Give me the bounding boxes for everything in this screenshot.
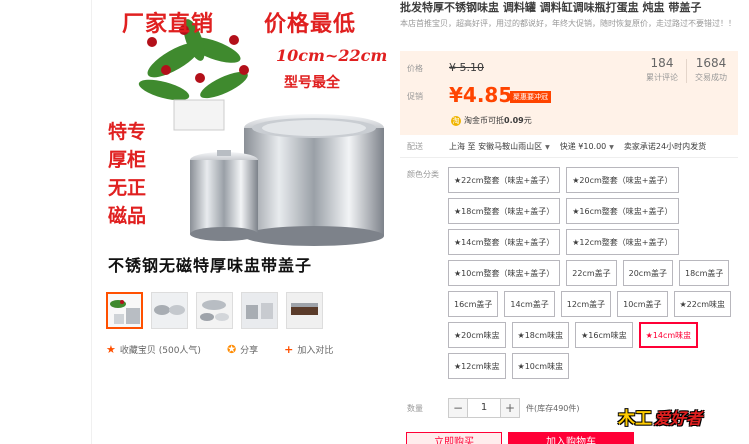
overlay-side-line: 特专 <box>108 121 147 143</box>
color-option[interactable]: ★12cm整套（味盅+盖子） <box>566 229 679 255</box>
product-actions: ★ 收藏宝贝 (500人气) ✪ 分享 + 加入对比 <box>106 343 359 356</box>
left-gutter <box>0 0 92 444</box>
thumbnail-1[interactable] <box>106 292 143 329</box>
favorite-button[interactable]: ★ 收藏宝贝 (500人气) <box>106 343 201 356</box>
buy-now-button[interactable]: 立即购买 <box>406 432 502 444</box>
color-option[interactable]: ★20cm味盅 <box>448 322 506 348</box>
thumbnail-5[interactable] <box>286 292 323 329</box>
quantity-decrease-button[interactable]: − <box>448 398 468 418</box>
color-option[interactable]: ★12cm味盅 <box>448 353 506 379</box>
coin-icon: 淘 <box>451 115 461 126</box>
shipping-destination-select[interactable]: 上海 至 安徽马鞍山雨山区 ▼ <box>449 141 550 152</box>
color-option[interactable]: 10cm盖子 <box>617 291 668 317</box>
promo-price: ¥4.85 <box>449 83 513 107</box>
overlay-side-line: 磁品 <box>108 205 147 227</box>
original-price: ¥ 5.10 <box>449 61 484 74</box>
color-option[interactable]: 18cm盖子 <box>679 260 730 286</box>
reviews-count: 184 <box>650 56 674 70</box>
watermark-part-b: 爱好者 <box>654 408 703 428</box>
shipping-label: 配送 <box>407 142 423 151</box>
coin-suffix: 元 <box>523 116 532 125</box>
shipping-route: 上海 至 安徽马鞍山雨山区 <box>449 142 543 151</box>
promo-badge: 聚惠要冲冠 <box>510 91 551 103</box>
star-icon: ★ <box>106 343 116 356</box>
color-option[interactable]: ★22cm味盅 <box>673 291 732 317</box>
compare-label: 加入对比 <box>297 346 334 356</box>
color-option[interactable]: 20cm盖子 <box>622 260 673 286</box>
coin-prefix: 淘金币可抵 <box>464 116 504 125</box>
plus-icon: + <box>284 343 294 356</box>
stat-divider <box>686 59 687 83</box>
taobao-coin-row: 淘 淘金币可抵 0.09 元 <box>451 115 532 126</box>
overlay-side-line: 无正 <box>108 177 147 199</box>
share-button[interactable]: ✪ 分享 <box>227 343 258 356</box>
color-option[interactable]: ★10cm味盅 <box>511 353 570 379</box>
thumbnail-3[interactable] <box>196 292 233 329</box>
stock-text: 件(库存490件) <box>526 403 580 413</box>
reviews-stat[interactable]: 184 累计评论 <box>646 56 678 83</box>
color-option[interactable]: 16cm盖子 <box>448 291 499 317</box>
color-option[interactable]: ★16cm整套（味盅+盖子） <box>566 198 679 224</box>
share-label: 分享 <box>240 346 259 356</box>
shipping-row: 配送 上海 至 安徽马鞍山雨山区 ▼ 快递 ¥10.00 ▼ 卖家承诺24小时内发货 <box>407 141 716 152</box>
overlay-size-range: 10cm~22cm <box>276 46 388 65</box>
shipping-promise: 卖家承诺24小时内发货 <box>623 142 707 151</box>
overlay-models: 型号最全 <box>284 75 340 91</box>
quantity-label: 数量 <box>407 404 423 413</box>
product-title: 批发特厚不锈钢味盅 调料罐 调料缸调味瓶打蛋盅 炖盅 带盖子 <box>400 1 702 14</box>
chevron-down-icon: ▼ <box>545 144 550 151</box>
quantity-increase-button[interactable]: + <box>500 398 520 418</box>
color-option[interactable]: ★14cm味盅 <box>638 322 699 348</box>
color-option[interactable]: ★22cm整套（味盅+盖子） <box>448 167 561 193</box>
shipping-fee-select[interactable]: 快递 ¥10.00 ▼ <box>560 141 614 152</box>
sold-stat: 1684 交易成功 <box>695 56 727 83</box>
watermark-logo: 木工 爱好者 <box>618 404 703 430</box>
promo-price-label: 促销 <box>407 92 423 101</box>
overlay-bottom-caption: 不锈钢无磁特厚味盅带盖子 <box>108 256 313 275</box>
color-option[interactable]: ★18cm味盅 <box>511 322 570 348</box>
color-option[interactable]: 14cm盖子 <box>504 291 555 317</box>
favorite-label: 收藏宝贝 (500人气) <box>119 346 201 356</box>
overlay-lowest-price: 价格最低 <box>264 11 357 37</box>
thumbnail-strip <box>106 292 323 329</box>
quantity-input[interactable]: 1 <box>468 398 500 418</box>
share-icon: ✪ <box>226 343 237 356</box>
color-option[interactable]: ★18cm整套（味盅+盖子） <box>448 198 561 224</box>
color-option[interactable]: ★14cm整套（味盅+盖子） <box>448 229 561 255</box>
watermark-part-a: 木工 <box>618 409 652 429</box>
color-options: ★22cm整套（味盅+盖子） ★20cm整套（味盅+盖子） ★18cm整套（味盅+盖… <box>448 167 744 379</box>
overlay-side-text: 特专 厚柜 无正 磁品 <box>108 118 168 230</box>
thumbnail-4[interactable] <box>241 292 278 329</box>
quantity-stepper: − 1 + 件(库存490件) <box>448 398 580 418</box>
compare-button[interactable]: + 加入对比 <box>284 343 333 356</box>
color-option[interactable]: ★10cm整套（味盅+盖子） <box>448 260 561 286</box>
thumbnail-2[interactable] <box>151 292 188 329</box>
product-subtitle: 本店首推宝贝，超高好评，用过的都说好，年终大促销，随时恢复原价，走过路过不要错过… <box>400 19 736 28</box>
color-option[interactable]: ★16cm味盅 <box>575 322 633 348</box>
color-option[interactable]: 12cm盖子 <box>560 291 612 317</box>
main-product-image[interactable]: 厂家直销 价格最低 10cm~22cm 型号最全 特专 厚柜 无正 磁品 不锈钢… <box>104 0 388 280</box>
shipping-fee: 快递 ¥10.00 <box>559 142 607 151</box>
color-option[interactable]: 22cm盖子 <box>566 260 617 286</box>
coin-amount: 0.09 <box>504 116 524 125</box>
color-label: 颜色分类 <box>407 170 439 179</box>
color-option[interactable]: ★20cm整套（味盅+盖子） <box>566 167 679 193</box>
reviews-label: 累计评论 <box>646 73 678 82</box>
add-to-cart-button[interactable]: 加入购物车 <box>508 432 634 444</box>
sold-count: 1684 <box>695 56 727 70</box>
section-divider <box>400 157 738 158</box>
chevron-down-icon: ▼ <box>609 144 614 151</box>
product-detail: 批发特厚不锈钢味盅 调料罐 调料缸调味瓶打蛋盅 炖盅 带盖子 本店首推宝贝，超高… <box>400 0 749 30</box>
sold-label: 交易成功 <box>695 73 727 82</box>
original-price-label: 价格 <box>407 64 423 73</box>
overlay-side-line: 厚柜 <box>108 149 147 171</box>
overlay-factory-direct: 厂家直销 <box>122 11 215 37</box>
